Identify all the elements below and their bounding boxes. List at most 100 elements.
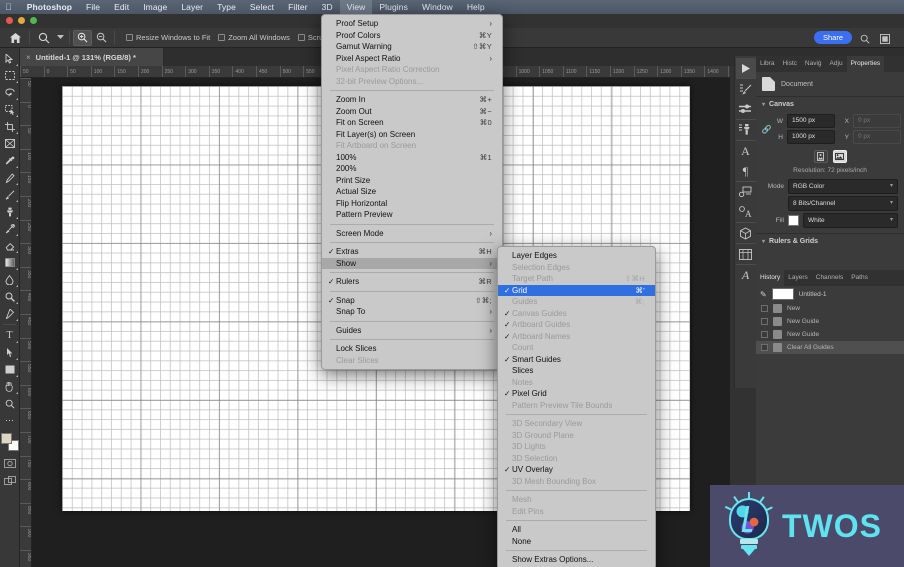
show-submenu-item-slices[interactable]: Slices [498, 365, 655, 377]
lasso-tool[interactable] [1, 84, 19, 101]
view-menu-item-print-size[interactable]: Print Size [322, 175, 502, 187]
search-icon[interactable] [859, 33, 870, 44]
history-state-row[interactable]: New Guide [756, 328, 904, 341]
path-select-tool[interactable] [1, 344, 19, 361]
menubar-item-layer[interactable]: Layer [174, 0, 210, 14]
history-brush-tool[interactable] [1, 220, 19, 237]
view-menu-item-snap-to[interactable]: Snap To › [322, 306, 502, 318]
portrait-icon[interactable] [813, 150, 828, 163]
view-menu-item-proof-setup[interactable]: Proof Setup › [322, 18, 502, 30]
foreground-color-swatch[interactable] [0, 433, 12, 444]
history-tab-channels[interactable]: Channels [812, 270, 847, 286]
show-submenu-item-smart-guides[interactable]: ✓ Smart Guides [498, 354, 655, 366]
clone-source-icon[interactable] [736, 120, 756, 140]
zoom-tool-icon[interactable] [33, 29, 55, 47]
quick-mask-button[interactable] [1, 455, 19, 472]
menubar-item-filter[interactable]: Filter [281, 0, 315, 14]
view-menu-item-fit-layer-s-on-screen[interactable]: Fit Layer(s) on Screen [322, 129, 502, 141]
view-menu-item-fit-on-screen[interactable]: Fit on Screen ⌘0 [322, 117, 502, 129]
checkbox-box[interactable] [297, 34, 305, 41]
fill-select[interactable]: White ▾ [803, 213, 898, 228]
properties-tab-properties[interactable]: Properties [846, 56, 885, 72]
history-tab-history[interactable]: History [756, 270, 785, 286]
view-menu-item-snap[interactable]: ✓ Snap ⇧⌘; [322, 295, 502, 307]
show-submenu-item-uv-overlay[interactable]: ✓ UV Overlay [498, 464, 655, 476]
view-menu-item-200-[interactable]: 200% [322, 163, 502, 175]
checkbox-zoom-all-windows[interactable]: Zoom All Windows [218, 33, 290, 42]
history-state-row[interactable]: New Guide [756, 315, 904, 328]
properties-tab-libra[interactable]: Libra [756, 56, 778, 72]
show-submenu-item-pixel-grid[interactable]: ✓ Pixel Grid [498, 388, 655, 400]
show-submenu-item-layer-edges[interactable]: Layer Edges [498, 250, 655, 262]
menubar-item-photoshop[interactable]: Photoshop [20, 0, 79, 14]
vertical-ruler[interactable]: 50 0 50 100 150 200 250 300 350 400 450 500 550 600 65… [20, 78, 32, 567]
menubar-item-view[interactable]: View [339, 0, 373, 14]
workspace-icon[interactable] [879, 33, 890, 44]
play-icon[interactable] [735, 58, 756, 78]
chevron-down-icon[interactable] [55, 29, 66, 47]
marquee-tool[interactable] [1, 67, 19, 84]
view-menu-item-zoom-in[interactable]: Zoom In ⌘+ [322, 94, 502, 106]
history-state-row[interactable]: Clear All Guides [756, 341, 904, 354]
brush-adjust-icon[interactable] [736, 79, 756, 99]
frame-tool[interactable] [1, 135, 19, 152]
edit-toolbar-button[interactable]: ⋯ [1, 412, 19, 429]
apple-logo-icon[interactable]:  [5, 2, 12, 12]
checkbox-box[interactable] [126, 34, 133, 41]
view-menu-item-100-[interactable]: 100% ⌘1 [322, 152, 502, 164]
view-menu-item-pattern-preview[interactable]: Pattern Preview [322, 209, 502, 221]
character-styles-icon[interactable] [736, 182, 756, 202]
view-menu-item-proof-colors[interactable]: Proof Colors ⌘Y [322, 30, 502, 42]
type-tool[interactable]: T [1, 327, 19, 344]
color-swatches[interactable] [0, 433, 19, 451]
show-submenu-item-all[interactable]: All [498, 524, 655, 536]
landscape-icon[interactable] [832, 150, 847, 163]
show-submenu-item-grid[interactable]: ✓ Grid ⌘' [498, 284, 655, 296]
eraser-tool[interactable] [1, 237, 19, 254]
close-window-button[interactable] [6, 17, 13, 24]
timeline-icon[interactable] [736, 244, 756, 264]
gradient-tool[interactable] [1, 254, 19, 271]
view-menu-item-extras[interactable]: ✓ Extras ⌘H [322, 246, 502, 258]
history-state-row[interactable]: New [756, 302, 904, 315]
menubar-item-image[interactable]: Image [136, 0, 174, 14]
paragraph-styles-icon[interactable]: A [736, 202, 756, 222]
crop-tool[interactable] [1, 118, 19, 135]
glyphs-icon[interactable]: A [736, 265, 756, 285]
clone-stamp-tool[interactable] [1, 203, 19, 220]
character-icon[interactable]: A [736, 141, 756, 161]
checkbox-box[interactable] [218, 34, 226, 41]
menubar-item-window[interactable]: Window [415, 0, 460, 14]
view-menu-item-actual-size[interactable]: Actual Size [322, 186, 502, 198]
y-input[interactable]: 0 px [853, 130, 901, 144]
history-toggle-checkbox[interactable] [761, 344, 768, 351]
share-button[interactable]: Share [813, 31, 852, 44]
width-input[interactable]: 1500 px [787, 114, 835, 128]
history-tab-paths[interactable]: Paths [847, 270, 872, 286]
link-dimensions-icon[interactable]: 🔗 [762, 124, 771, 134]
view-menu-item-pixel-aspect-ratio[interactable]: Pixel Aspect Ratio › [322, 53, 502, 65]
shape-tool[interactable] [1, 361, 19, 378]
healing-brush-tool[interactable] [1, 169, 19, 186]
menubar-item-file[interactable]: File [79, 0, 107, 14]
menubar-item-select[interactable]: Select [243, 0, 281, 14]
view-menu-item-zoom-out[interactable]: Zoom Out ⌘− [322, 106, 502, 118]
properties-tab-adju[interactable]: Adju [826, 56, 847, 72]
properties-tab-navi-[interactable]: Naviġ [801, 56, 826, 72]
screen-mode-button[interactable] [1, 472, 19, 489]
menubar-item-type[interactable]: Type [210, 0, 243, 14]
zoom-out-icon[interactable] [92, 30, 111, 46]
paragraph-icon[interactable]: ¶ [736, 161, 756, 181]
bit-depth-select[interactable]: 8 Bits/Channel ▾ [788, 196, 898, 211]
mode-select[interactable]: RGB Color ▾ [788, 179, 898, 194]
maximize-window-button[interactable] [30, 17, 37, 24]
blur-tool[interactable] [1, 271, 19, 288]
view-menu-item-flip-horizontal[interactable]: Flip Horizontal [322, 198, 502, 210]
height-input[interactable]: 1000 px [787, 130, 835, 144]
move-tool[interactable] [1, 50, 19, 67]
show-submenu-item-none[interactable]: None [498, 536, 655, 548]
view-menu-item-gamut-warning[interactable]: Gamut Warning ⇧⌘Y [322, 41, 502, 53]
sliders-icon[interactable] [736, 99, 756, 119]
eyedropper-tool[interactable] [1, 152, 19, 169]
show-submenu-item-show-extras-options-[interactable]: Show Extras Options... [498, 554, 655, 566]
